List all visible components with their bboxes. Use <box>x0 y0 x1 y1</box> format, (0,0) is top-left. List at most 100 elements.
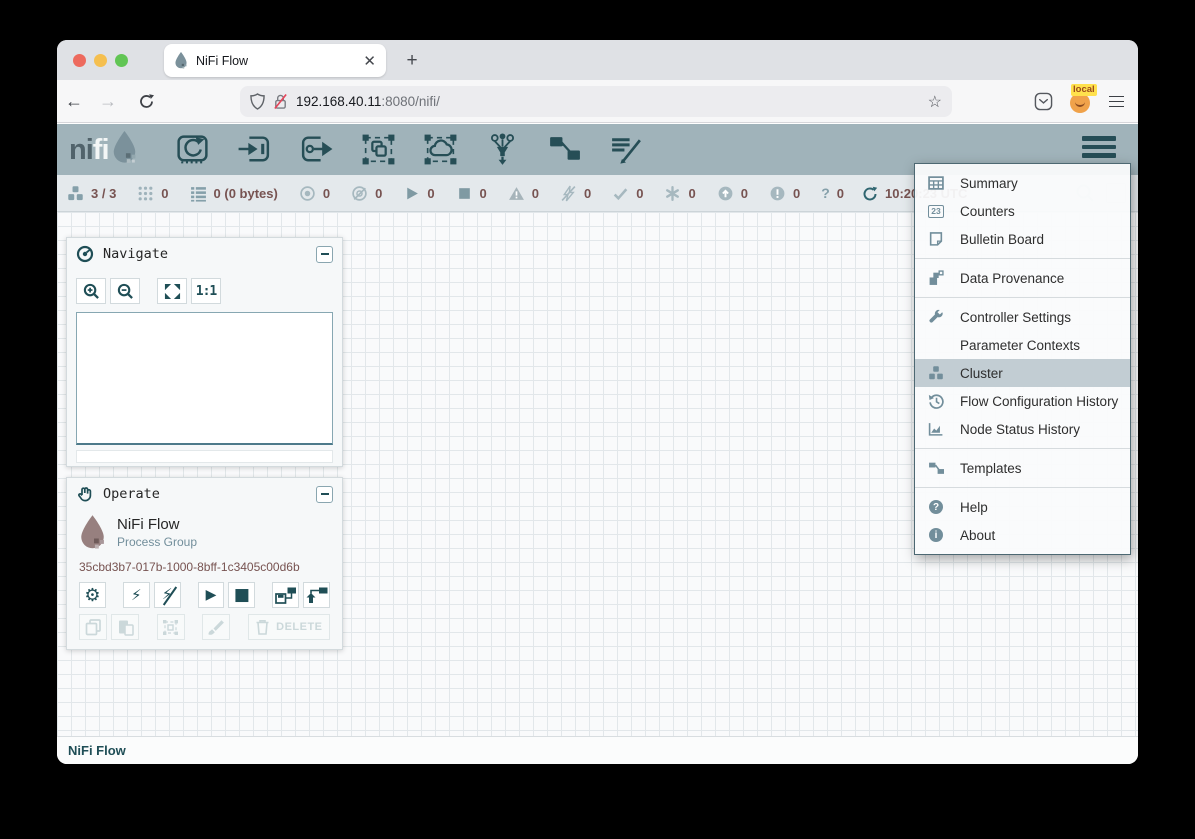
start-button[interactable]: ▶ <box>198 582 225 608</box>
global-menu-button[interactable] <box>1082 136 1116 158</box>
birdseye-footer <box>76 450 333 463</box>
paint-brush-icon <box>207 619 225 636</box>
operate-panel: Operate NiFi Flow Process Group 35cbd3b7… <box>66 477 343 650</box>
avatar-icon <box>1070 93 1090 113</box>
save-template-button[interactable] <box>272 582 299 608</box>
enable-button[interactable]: ⚡ <box>123 582 150 608</box>
menu-item-controller-settings[interactable]: Controller Settings <box>915 303 1130 331</box>
remote-process-group-tool-icon[interactable] <box>422 133 459 166</box>
transmitting-icon <box>299 185 316 202</box>
pocket-icon[interactable] <box>1034 92 1053 111</box>
menu-item-node-status-history[interactable]: Node Status History <box>915 415 1130 443</box>
compass-icon <box>76 245 94 263</box>
selected-flow-type: Process Group <box>117 535 197 549</box>
up-to-date-icon <box>612 185 629 202</box>
remote-sites-count: 0 <box>161 186 168 201</box>
back-icon[interactable]: ← <box>57 91 91 112</box>
zoom-out-button[interactable] <box>110 278 140 304</box>
global-menu: Summary 23 Counters Bulletin Board Data … <box>914 163 1131 555</box>
paste-icon <box>117 619 134 636</box>
disable-button[interactable]: ⚡ <box>154 582 181 608</box>
shield-permissions-icon[interactable] <box>250 93 265 110</box>
process-group-tool-icon[interactable] <box>360 133 397 166</box>
connected-nodes-count: 3 / 3 <box>91 186 116 201</box>
tab-close-icon[interactable]: ✕ <box>363 52 376 70</box>
menu-item-help[interactable]: ? Help <box>915 493 1130 521</box>
help-icon: ? <box>929 500 943 514</box>
running-icon <box>403 185 420 202</box>
processor-tool-icon[interactable] <box>174 133 211 166</box>
window-controls <box>73 54 128 67</box>
not-transmitting-icon <box>351 185 368 202</box>
copy-icon <box>85 619 102 636</box>
birdseye-minimap[interactable] <box>76 312 333 445</box>
invalid-count: 0 <box>532 186 539 201</box>
history-icon <box>928 393 944 409</box>
group-icon <box>162 619 179 636</box>
bookmark-star-icon[interactable]: ☆ <box>928 92 942 112</box>
menu-item-parameter-contexts[interactable]: Parameter Contexts <box>915 331 1130 359</box>
upload-template-button[interactable] <box>303 582 330 608</box>
breadcrumb[interactable]: NiFi Flow <box>57 736 1138 764</box>
insecure-lock-icon[interactable] <box>273 93 288 110</box>
delete-button[interactable]: DELETE <box>248 614 330 640</box>
stop-button[interactable]: ■ <box>228 582 255 608</box>
queued-count: 0 (0 bytes) <box>214 186 278 201</box>
zoom-fit-button[interactable] <box>157 278 187 304</box>
menu-item-summary[interactable]: Summary <box>915 169 1130 197</box>
refresh-icon[interactable] <box>862 186 878 202</box>
url-bar[interactable]: 192.168.40.11:8080/nifi/ ☆ <box>240 86 952 117</box>
close-window-button[interactable] <box>73 54 86 67</box>
menu-item-about[interactable]: i About <box>915 521 1130 549</box>
operate-header[interactable]: Operate <box>67 478 342 510</box>
template-tool-icon[interactable] <box>546 133 583 166</box>
queued-flowfiles-icon <box>190 185 207 202</box>
navigate-header[interactable]: Navigate <box>67 238 342 270</box>
menu-item-cluster[interactable]: Cluster <box>915 359 1130 387</box>
browser-tab[interactable]: NiFi Flow ✕ <box>164 44 386 77</box>
summary-icon <box>928 175 944 191</box>
component-tools <box>174 133 645 166</box>
menu-item-bulletin-board[interactable]: Bulletin Board <box>915 225 1130 253</box>
navigate-title: Navigate <box>103 246 307 262</box>
menu-item-data-provenance[interactable]: Data Provenance <box>915 264 1130 292</box>
funnel-tool-icon[interactable] <box>484 133 521 166</box>
locally-modified-and-stale-count: 0 <box>793 186 800 201</box>
navigate-collapse-button[interactable] <box>316 246 333 263</box>
sync-failure-icon: ? <box>821 185 830 201</box>
locally-modified-and-stale-icon <box>769 185 786 202</box>
menu-item-templates[interactable]: Templates <box>915 454 1130 482</box>
one-to-one-label: 1:1 <box>196 284 216 299</box>
configure-button[interactable]: ⚙ <box>79 582 106 608</box>
forward-icon[interactable]: → <box>91 91 125 112</box>
zoom-in-button[interactable] <box>76 278 106 304</box>
browser-menu-icon[interactable] <box>1109 96 1124 108</box>
minimize-window-button[interactable] <box>94 54 107 67</box>
zoom-actual-size-button[interactable]: 1:1 <box>191 278 221 304</box>
zoom-window-button[interactable] <box>115 54 128 67</box>
paste-button[interactable] <box>111 614 139 640</box>
new-tab-button[interactable]: + <box>399 48 425 74</box>
cluster-icon <box>928 365 944 381</box>
input-port-tool-icon[interactable] <box>236 133 273 166</box>
upload-template-icon <box>306 586 328 604</box>
stale-count: 0 <box>741 186 748 201</box>
operate-collapse-button[interactable] <box>316 486 333 503</box>
about-icon: i <box>929 528 943 542</box>
menu-item-flow-configuration-history[interactable]: Flow Configuration History <box>915 387 1130 415</box>
tab-title: NiFi Flow <box>196 54 355 68</box>
browser-window: NiFi Flow ✕ + ← → 192.168.40.11:8080/nif… <box>57 40 1138 764</box>
output-port-tool-icon[interactable] <box>298 133 335 166</box>
play-icon: ▶ <box>206 587 217 603</box>
menu-item-counters[interactable]: 23 Counters <box>915 197 1130 225</box>
node-status-history-icon <box>928 421 944 437</box>
copy-button[interactable] <box>79 614 107 640</box>
reload-icon[interactable] <box>138 93 155 110</box>
label-tool-icon[interactable] <box>608 133 645 166</box>
operate-buttons: ⚙ ⚡ ⚡ ▶ ■ <box>67 576 342 656</box>
selected-flow-id: 35cbd3b7-017b-1000-8bff-1c3405c00d6b <box>67 552 342 576</box>
change-color-button[interactable] <box>202 614 230 640</box>
group-button[interactable] <box>157 614 185 640</box>
profile-avatar[interactable]: local <box>1070 91 1092 113</box>
menu-separator <box>915 297 1130 298</box>
